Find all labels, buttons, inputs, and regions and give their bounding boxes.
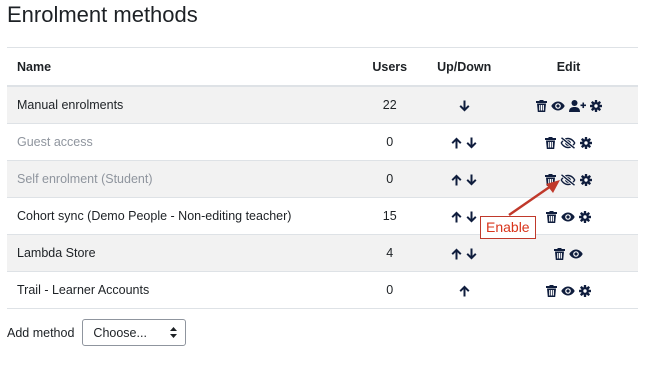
trash-icon[interactable] bbox=[535, 99, 547, 112]
updown-cell bbox=[429, 85, 500, 124]
method-users-count: 15 bbox=[350, 197, 430, 235]
arrow-down-icon[interactable] bbox=[459, 100, 470, 112]
table-row: Trail - Learner Accounts 0 bbox=[7, 271, 638, 309]
updown-cell bbox=[429, 123, 500, 161]
arrow-down-icon[interactable] bbox=[466, 248, 477, 260]
edit-cell bbox=[499, 123, 638, 161]
enrolment-methods-table: Name Users Up/Down Edit Manual enrolment… bbox=[7, 47, 638, 309]
arrow-up-icon[interactable] bbox=[451, 211, 462, 223]
header-users: Users bbox=[350, 47, 430, 87]
method-users-count: 22 bbox=[350, 85, 430, 124]
updown-cell bbox=[429, 271, 500, 309]
edit-cell bbox=[499, 234, 638, 272]
arrow-up-icon[interactable] bbox=[451, 174, 462, 186]
eye-icon[interactable] bbox=[561, 286, 575, 296]
method-name: Lambda Store bbox=[7, 234, 351, 272]
table-row: Cohort sync (Demo People - Non-editing t… bbox=[7, 197, 638, 235]
trash-icon[interactable] bbox=[545, 136, 557, 149]
gear-icon[interactable] bbox=[589, 99, 602, 112]
arrow-up-icon[interactable] bbox=[451, 137, 462, 149]
method-users-count: 0 bbox=[350, 123, 430, 161]
add-method-selected-value: Choose... bbox=[93, 325, 147, 340]
header-updown: Up/Down bbox=[429, 47, 500, 87]
add-method-label: Add method bbox=[7, 325, 75, 340]
trash-icon[interactable] bbox=[545, 173, 557, 186]
select-caret-icon bbox=[170, 327, 178, 341]
method-name: Self enrolment (Student) bbox=[7, 160, 351, 198]
arrow-up-icon[interactable] bbox=[459, 285, 470, 297]
gear-icon[interactable] bbox=[580, 136, 593, 149]
table-row: Guest access 0 bbox=[7, 123, 638, 161]
gear-icon[interactable] bbox=[579, 210, 592, 223]
updown-cell bbox=[429, 160, 500, 198]
updown-cell bbox=[429, 234, 500, 272]
trash-icon[interactable] bbox=[546, 284, 558, 297]
arrow-down-icon[interactable] bbox=[466, 174, 477, 186]
method-users-count: 0 bbox=[350, 271, 430, 309]
edit-cell bbox=[499, 271, 638, 309]
gear-icon[interactable] bbox=[579, 284, 592, 297]
edit-cell bbox=[499, 160, 638, 198]
eye-slash-icon[interactable] bbox=[560, 136, 576, 149]
table-header-row: Name Users Up/Down Edit bbox=[7, 47, 638, 87]
method-name: Guest access bbox=[7, 123, 351, 161]
table-row: Self enrolment (Student) 0 bbox=[7, 160, 638, 198]
user-plus-icon[interactable] bbox=[568, 99, 586, 112]
header-name: Name bbox=[7, 47, 351, 87]
method-name: Cohort sync (Demo People - Non-editing t… bbox=[7, 197, 351, 235]
edit-cell bbox=[499, 85, 638, 124]
method-users-count: 4 bbox=[350, 234, 430, 272]
eye-icon[interactable] bbox=[550, 101, 565, 111]
table-row: Manual enrolments 22 bbox=[7, 85, 638, 124]
gear-icon[interactable] bbox=[580, 173, 593, 186]
eye-icon[interactable] bbox=[569, 249, 583, 259]
method-users-count: 0 bbox=[350, 160, 430, 198]
trash-icon[interactable] bbox=[554, 247, 566, 260]
table-row: Lambda Store 4 bbox=[7, 234, 638, 272]
enable-callout: Enable bbox=[480, 216, 536, 239]
eye-slash-icon[interactable] bbox=[560, 173, 576, 186]
method-name: Manual enrolments bbox=[7, 85, 351, 124]
eye-icon[interactable] bbox=[561, 212, 575, 222]
add-method-select[interactable]: Choose... bbox=[82, 319, 187, 346]
method-name: Trail - Learner Accounts bbox=[7, 271, 351, 309]
arrow-up-icon[interactable] bbox=[451, 248, 462, 260]
trash-icon[interactable] bbox=[546, 210, 558, 223]
add-method-row: Add method Choose... bbox=[7, 318, 187, 347]
page-title: Enrolment methods bbox=[7, 2, 198, 27]
arrow-down-icon[interactable] bbox=[466, 137, 477, 149]
header-edit: Edit bbox=[499, 47, 638, 87]
arrow-down-icon[interactable] bbox=[466, 211, 477, 223]
